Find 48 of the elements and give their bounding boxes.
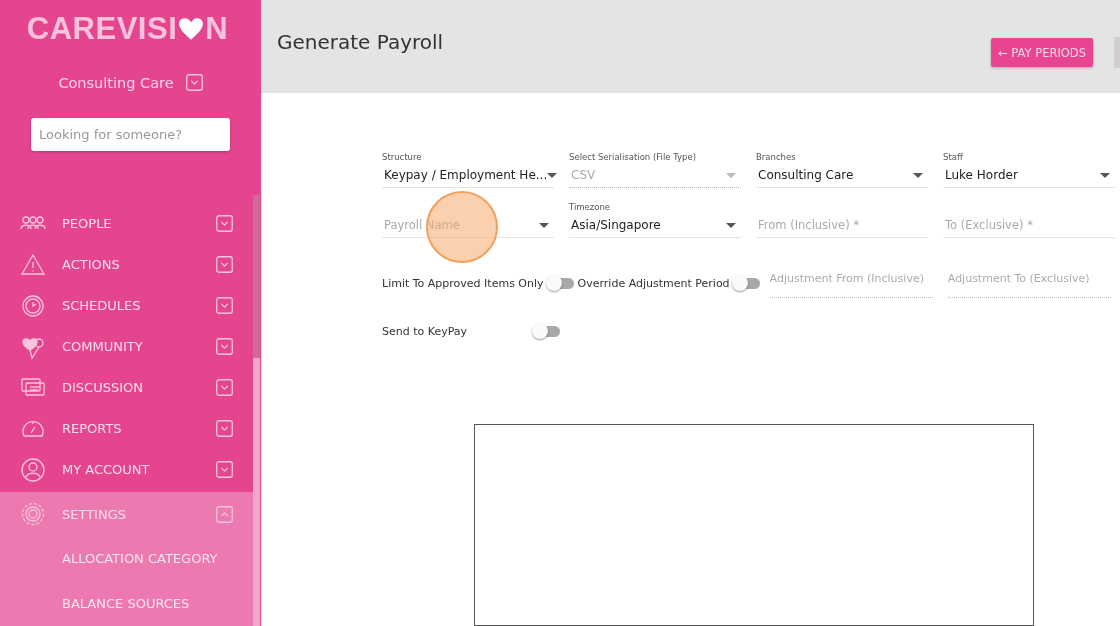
clock-icon xyxy=(20,292,46,319)
chevron-icon xyxy=(216,461,233,478)
form-field[interactable]: Structure Keypay / Employment He... xyxy=(382,152,554,188)
form-field[interactable]: Staff Luke Horder xyxy=(943,152,1115,188)
page-title: Generate Payroll xyxy=(277,30,445,54)
nav-item[interactable]: MY ACCOUNT xyxy=(0,449,253,490)
nav-item[interactable]: SCHEDULES xyxy=(0,285,253,326)
chevron-icon xyxy=(216,256,233,273)
toggle-label: Limit To Approved Items Only xyxy=(382,276,544,290)
search-field[interactable]: Looking for someone? xyxy=(31,117,230,151)
logo-text: N xyxy=(205,10,229,47)
chevron-icon xyxy=(216,379,233,396)
chevron-icon xyxy=(216,338,233,355)
dropdown-toggle-icon[interactable] xyxy=(185,74,203,92)
caret-icon xyxy=(726,172,736,178)
logo-text: CAREVISI xyxy=(26,10,178,47)
chevron-icon xyxy=(216,297,233,314)
caret-icon xyxy=(539,222,549,228)
nav-item[interactable]: COMMUNITY xyxy=(0,326,253,367)
toggle-label: Override Adjustment Period xyxy=(577,276,730,290)
user-icon xyxy=(20,456,46,483)
chevron-icon xyxy=(216,420,233,437)
nav-item[interactable]: REPORTS xyxy=(0,408,253,449)
nav-item[interactable]: ACTIONS xyxy=(0,244,253,285)
toggle-switch[interactable] xyxy=(733,277,760,289)
form-field[interactable]: To (Exclusive) * xyxy=(943,202,1115,238)
caret-icon xyxy=(726,222,736,228)
nav-subitem[interactable]: BALANCE SOURCES xyxy=(0,581,253,626)
caret-icon xyxy=(547,172,558,178)
caret-icon xyxy=(1100,172,1110,178)
toggle-switch[interactable] xyxy=(534,326,560,337)
nav-item[interactable]: PEOPLE xyxy=(0,203,253,244)
organisation-name: Consulting Care xyxy=(58,74,174,91)
caret-icon xyxy=(913,172,923,178)
toggle-label: Send to KeyPay xyxy=(382,325,469,338)
scrollbar[interactable] xyxy=(253,195,260,626)
nav-item[interactable]: SETTINGS xyxy=(0,492,253,536)
heart-icon xyxy=(178,16,205,41)
form-field[interactable]: Branches Consulting Care xyxy=(756,152,928,188)
pay-periods-button[interactable]: ← PAY PERIODS xyxy=(991,38,1093,67)
form-field[interactable]: Timezone Asia/Singapore xyxy=(569,202,741,238)
chevron-icon xyxy=(216,505,233,523)
toggle-switch[interactable] xyxy=(547,277,574,289)
form-field[interactable]: From (Inclusive) * xyxy=(756,202,928,238)
chevron-icon xyxy=(216,215,233,232)
nav-item[interactable]: DISCUSSION xyxy=(0,367,253,408)
gear-icon xyxy=(20,501,46,527)
nav-subitem[interactable]: ALLOCATION CATEGORY xyxy=(0,536,253,581)
